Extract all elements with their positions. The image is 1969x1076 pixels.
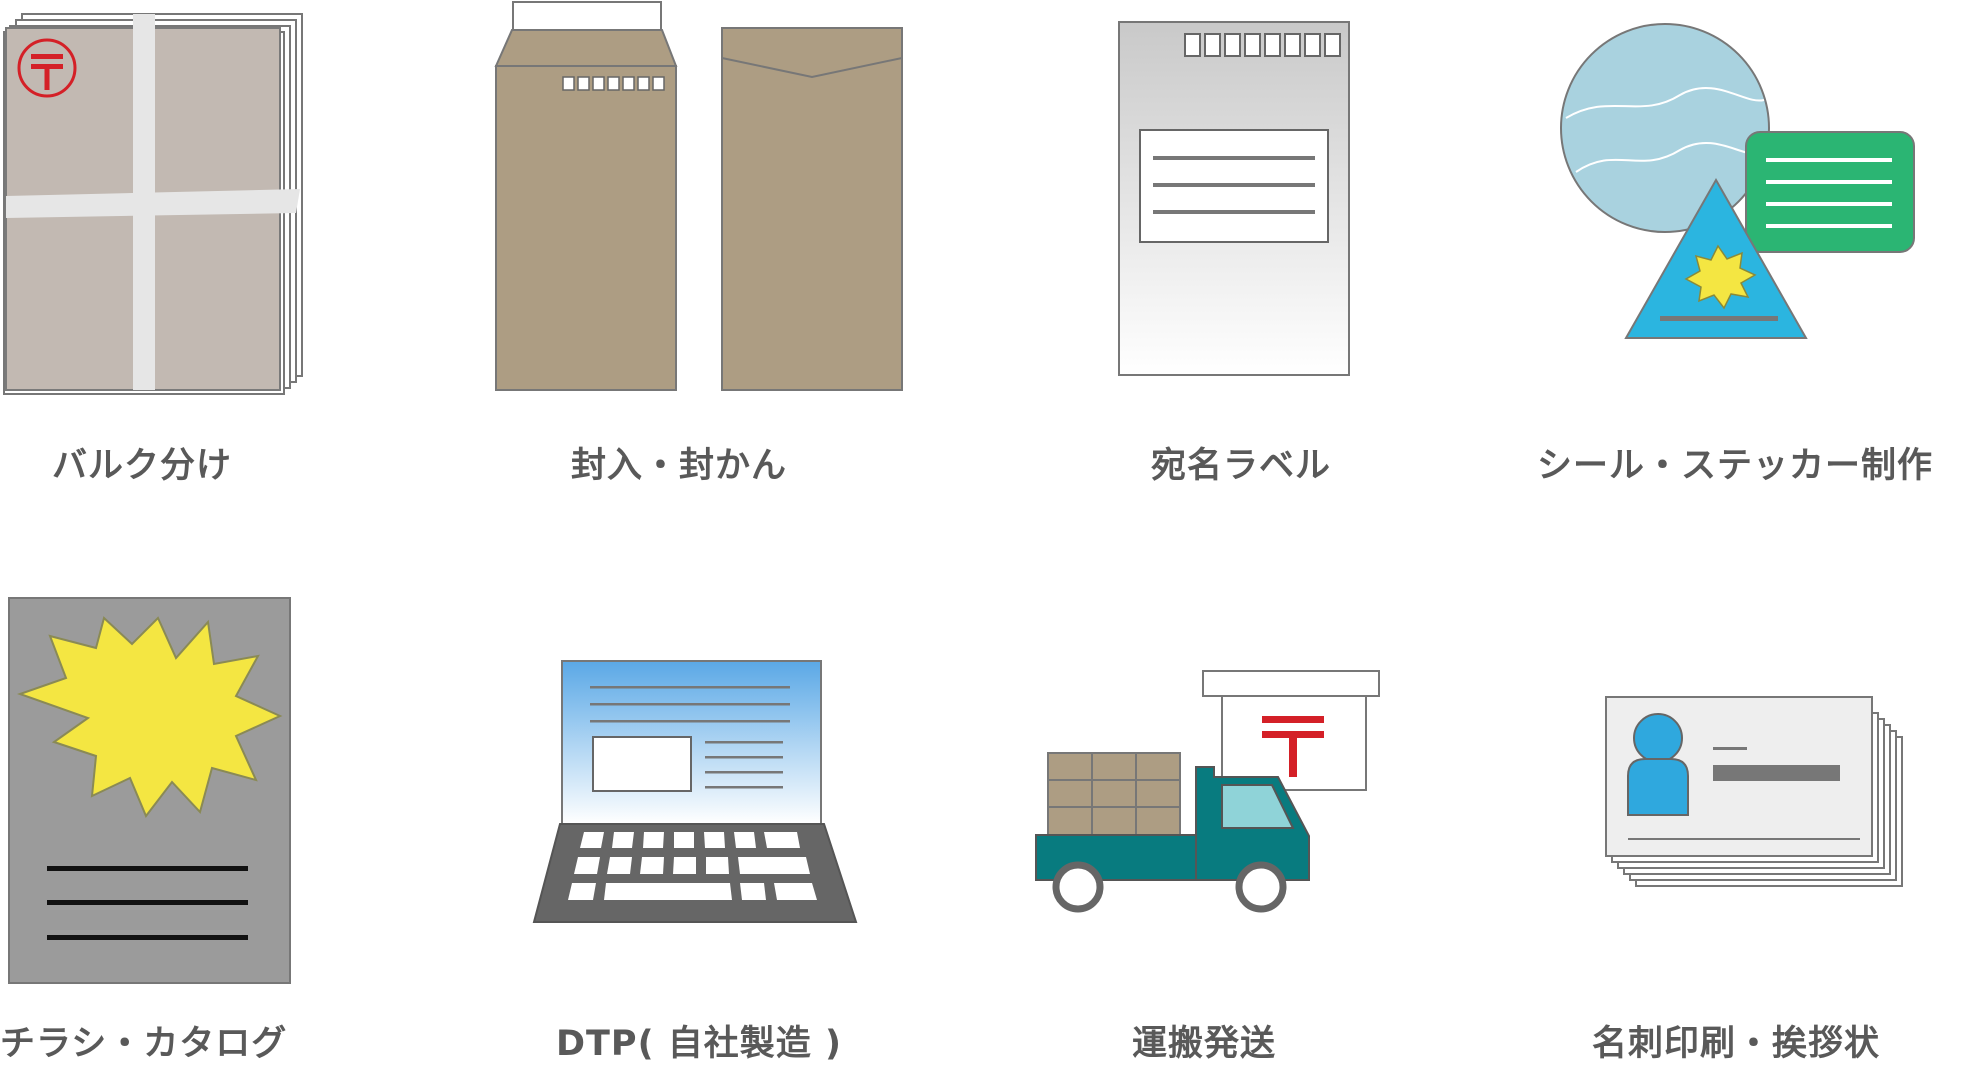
laptop-icon bbox=[532, 660, 858, 923]
flyer-icon bbox=[8, 597, 291, 984]
label-address-labels: 宛名ラベル bbox=[1151, 446, 1332, 486]
address-label-icon bbox=[1118, 21, 1350, 376]
services-grid: バルク分け 封入・封かん 宛名ラベル シール・ステッカー制作 チラシ・カタログ … bbox=[0, 0, 1969, 1072]
mail-bundle-icon bbox=[3, 13, 303, 395]
business-cards-icon bbox=[1605, 696, 1903, 887]
envelopes-icon bbox=[494, 1, 903, 391]
delivery-truck-icon bbox=[1035, 670, 1380, 913]
label-enclosing-sealing: 封入・封かん bbox=[571, 446, 788, 486]
label-business-cards: 名刺印刷・挨拶状 bbox=[1592, 1024, 1881, 1064]
stickers-icon bbox=[1560, 23, 1915, 339]
label-dtp: DTP( 自社製造 ) bbox=[556, 1024, 842, 1064]
services-illustrations bbox=[3, 1, 1915, 984]
label-bulk-sorting: バルク分け bbox=[52, 446, 233, 486]
label-seal-sticker: シール・ステッカー制作 bbox=[1537, 446, 1934, 486]
label-flyers-catalogs: チラシ・カタログ bbox=[0, 1024, 288, 1064]
label-transport-shipping: 運搬発送 bbox=[1132, 1024, 1277, 1064]
